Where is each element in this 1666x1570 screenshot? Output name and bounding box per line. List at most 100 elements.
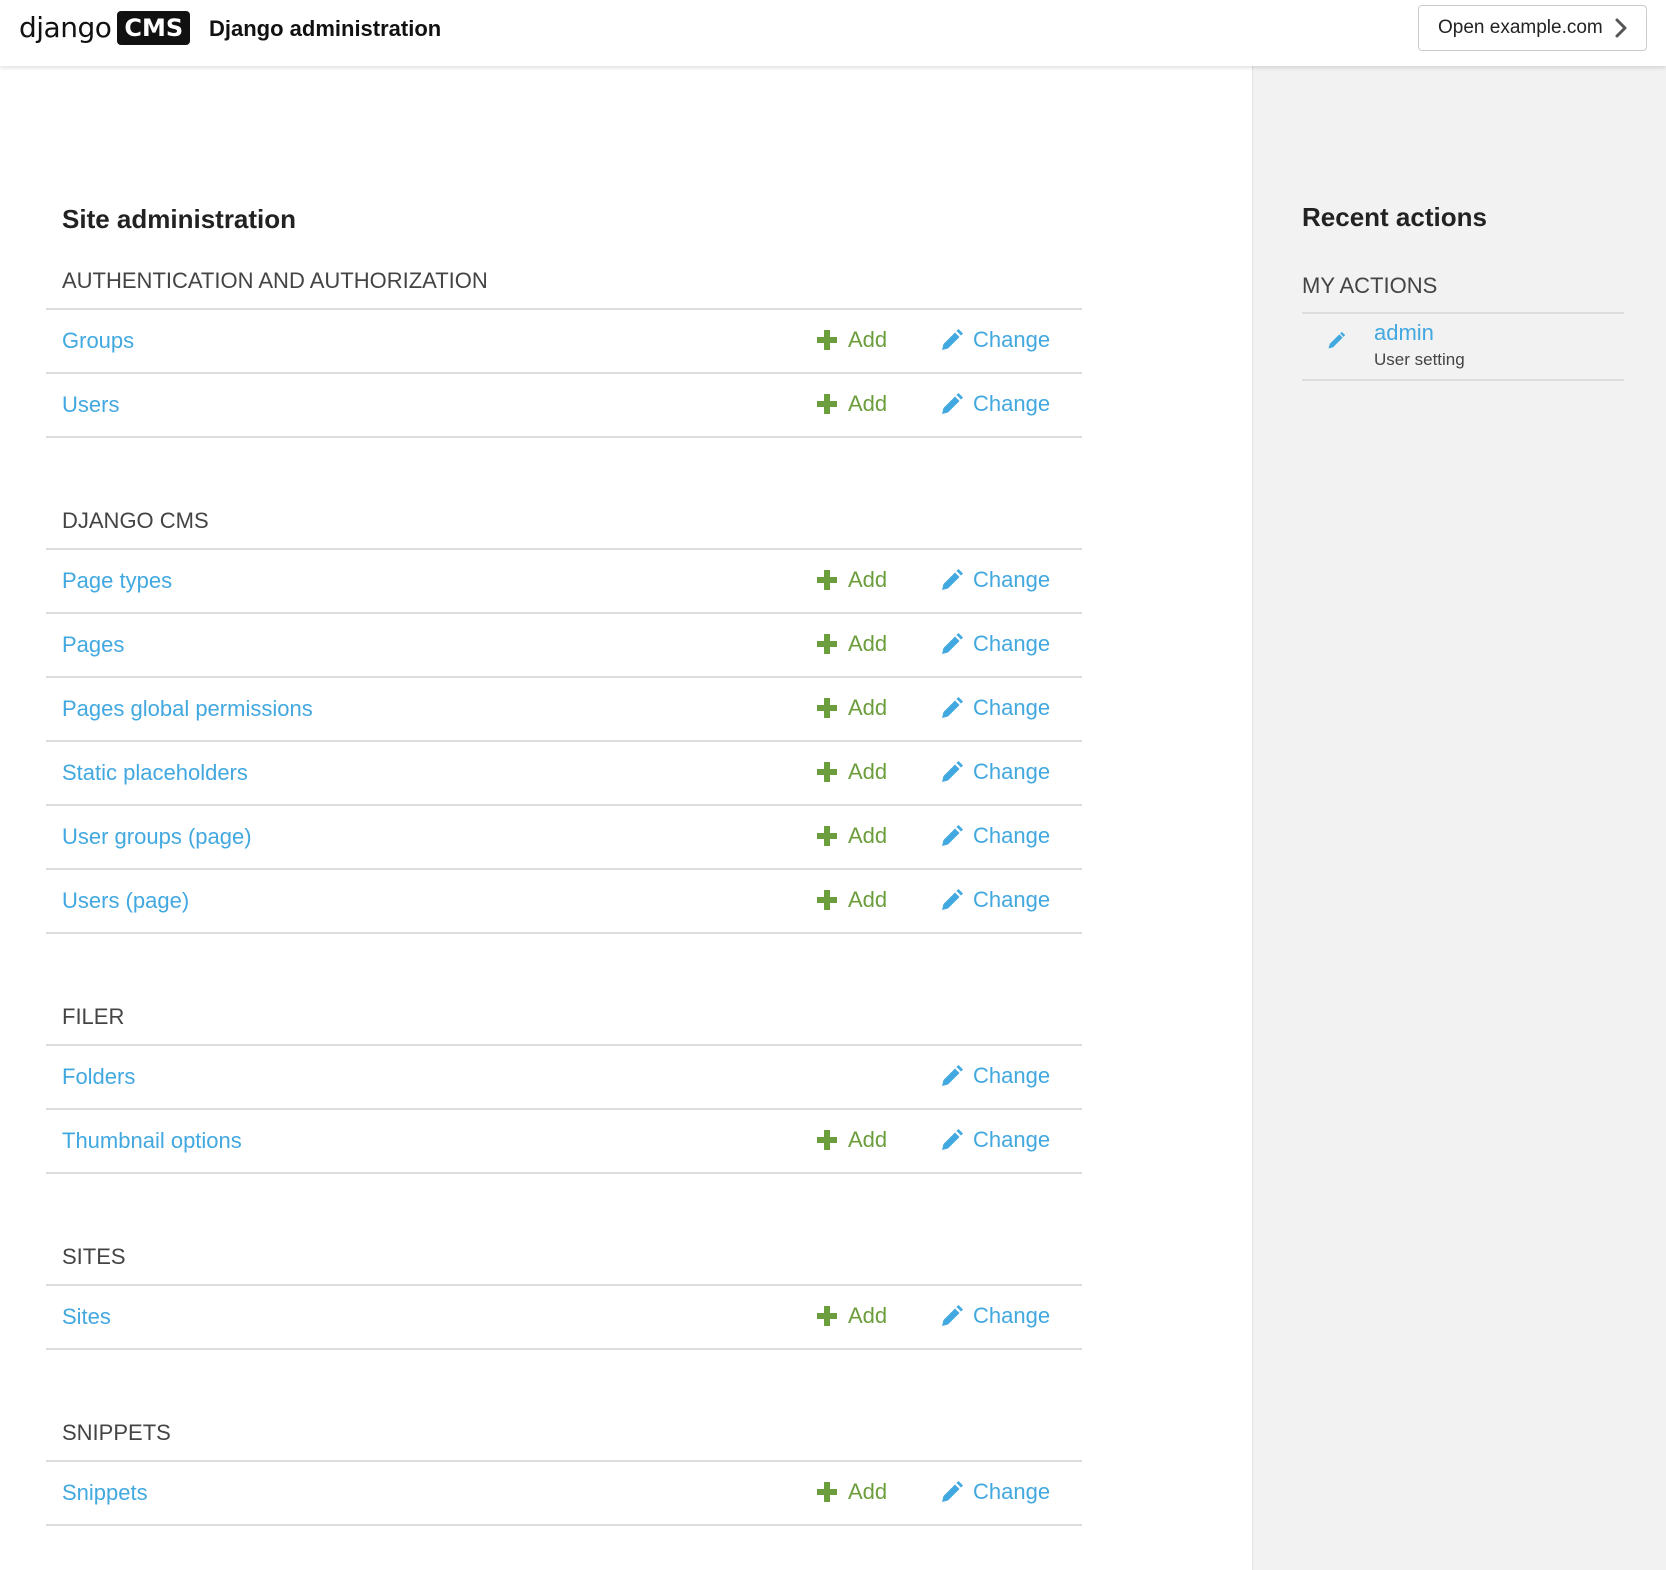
model-row: Users (page) Add Change	[46, 870, 1082, 934]
change-link[interactable]: Change	[940, 1062, 1050, 1090]
pencil-icon	[942, 1305, 963, 1326]
module-caption[interactable]: SNIPPETS	[62, 1420, 171, 1446]
pencil-icon	[942, 633, 963, 654]
page-title: Site administration	[62, 204, 297, 234]
model-link[interactable]: Pages	[62, 632, 124, 658]
add-link[interactable]: Add	[816, 694, 887, 722]
recent-action-item: admin User setting	[1302, 320, 1624, 376]
module-caption[interactable]: FILER	[62, 1004, 124, 1030]
recent-action-link[interactable]: admin	[1374, 320, 1434, 346]
change-label: Change	[973, 1063, 1051, 1088]
plus-icon	[817, 1482, 837, 1502]
model-link[interactable]: Sites	[62, 1304, 111, 1330]
model-link[interactable]: Static placeholders	[62, 760, 248, 786]
change-label: Change	[973, 391, 1051, 416]
model-link[interactable]: Users (page)	[62, 888, 189, 914]
model-link[interactable]: User groups (page)	[62, 824, 252, 850]
my-actions-heading: MY ACTIONS	[1302, 273, 1438, 298]
change-link[interactable]: Change	[940, 1478, 1050, 1506]
pencil-icon	[942, 889, 963, 910]
pencil-icon	[942, 1129, 963, 1150]
model-row: Snippets Add Change	[46, 1462, 1082, 1526]
plus-icon	[817, 570, 837, 590]
model-link[interactable]: Folders	[62, 1064, 135, 1090]
model-row: Thumbnail options Add Change	[46, 1110, 1082, 1174]
change-link[interactable]: Change	[940, 886, 1050, 914]
open-site-button[interactable]: Open example.com	[1418, 5, 1647, 51]
add-link[interactable]: Add	[816, 1478, 887, 1506]
logo-badge: CMS	[117, 11, 191, 45]
change-label: Change	[973, 1127, 1051, 1152]
add-label: Add	[848, 1479, 888, 1504]
model-row: Folders Change	[46, 1046, 1082, 1110]
pencil-icon	[942, 825, 963, 846]
plus-icon	[817, 330, 837, 350]
change-link[interactable]: Change	[940, 822, 1050, 850]
chevron-right-icon	[1615, 18, 1627, 38]
plus-icon	[817, 394, 837, 414]
model-link[interactable]: Thumbnail options	[62, 1128, 242, 1154]
model-link[interactable]: Pages global permissions	[62, 696, 313, 722]
add-link[interactable]: Add	[816, 326, 887, 354]
module-caption[interactable]: SITES	[62, 1244, 126, 1270]
module-caption[interactable]: AUTHENTICATION AND AUTHORIZATION	[62, 268, 488, 294]
model-row: Static placeholders Add Change	[46, 742, 1082, 806]
add-label: Add	[848, 327, 888, 352]
pencil-icon	[942, 393, 963, 414]
change-link[interactable]: Change	[940, 630, 1050, 658]
change-link[interactable]: Change	[940, 1302, 1050, 1330]
plus-icon	[817, 890, 837, 910]
plus-icon	[817, 634, 837, 654]
change-link[interactable]: Change	[940, 326, 1050, 354]
change-link[interactable]: Change	[940, 390, 1050, 418]
add-label: Add	[848, 1303, 888, 1328]
model-link[interactable]: Page types	[62, 568, 172, 594]
model-row: Pages global permissions Add Change	[46, 678, 1082, 742]
add-label: Add	[848, 823, 888, 848]
add-link[interactable]: Add	[816, 566, 887, 594]
add-link[interactable]: Add	[816, 886, 887, 914]
model-row: Pages Add Change	[46, 614, 1082, 678]
add-link[interactable]: Add	[816, 758, 887, 786]
change-label: Change	[973, 695, 1051, 720]
add-label: Add	[848, 567, 888, 592]
model-row: Page types Add Change	[46, 550, 1082, 614]
app-module: FILER Folders Change Thumbnail options Add Ch…	[46, 1004, 1082, 1174]
add-label: Add	[848, 887, 888, 912]
model-link[interactable]: Groups	[62, 328, 134, 354]
model-row: Sites Add Change	[46, 1286, 1082, 1350]
change-label: Change	[973, 887, 1051, 912]
model-link[interactable]: Users	[62, 392, 119, 418]
sidebar: Recent actions MY ACTIONS admin User set…	[1252, 66, 1666, 1570]
model-link[interactable]: Snippets	[62, 1480, 148, 1506]
pencil-icon	[942, 1481, 963, 1502]
plus-icon	[817, 1130, 837, 1150]
open-site-label: Open example.com	[1438, 17, 1603, 38]
recent-action-type: User setting	[1374, 350, 1465, 369]
change-label: Change	[973, 759, 1051, 784]
add-link[interactable]: Add	[816, 1126, 887, 1154]
app-module: SITES Sites Add Change	[46, 1244, 1082, 1350]
site-title[interactable]: Django administration	[209, 14, 441, 44]
django-cms-logo[interactable]: django CMS	[19, 10, 191, 46]
pencil-icon	[942, 569, 963, 590]
add-label: Add	[848, 631, 888, 656]
change-label: Change	[973, 1479, 1051, 1504]
change-link[interactable]: Change	[940, 694, 1050, 722]
change-link[interactable]: Change	[940, 758, 1050, 786]
app-module: AUTHENTICATION AND AUTHORIZATION Groups Ad…	[46, 268, 1082, 438]
module-caption[interactable]: DJANGO CMS	[62, 508, 209, 534]
header: django CMS Django administration Open ex…	[0, 0, 1666, 66]
app-module: DJANGO CMS Page types Add Change Pages Add Cha…	[46, 508, 1082, 934]
plus-icon	[817, 826, 837, 846]
plus-icon	[817, 762, 837, 782]
add-link[interactable]: Add	[816, 822, 887, 850]
pencil-icon	[942, 329, 963, 350]
add-link[interactable]: Add	[816, 630, 887, 658]
change-link[interactable]: Change	[940, 566, 1050, 594]
add-link[interactable]: Add	[816, 390, 887, 418]
logo-text: django	[19, 11, 112, 44]
change-link[interactable]: Change	[940, 1126, 1050, 1154]
add-link[interactable]: Add	[816, 1302, 887, 1330]
divider	[1302, 379, 1624, 381]
